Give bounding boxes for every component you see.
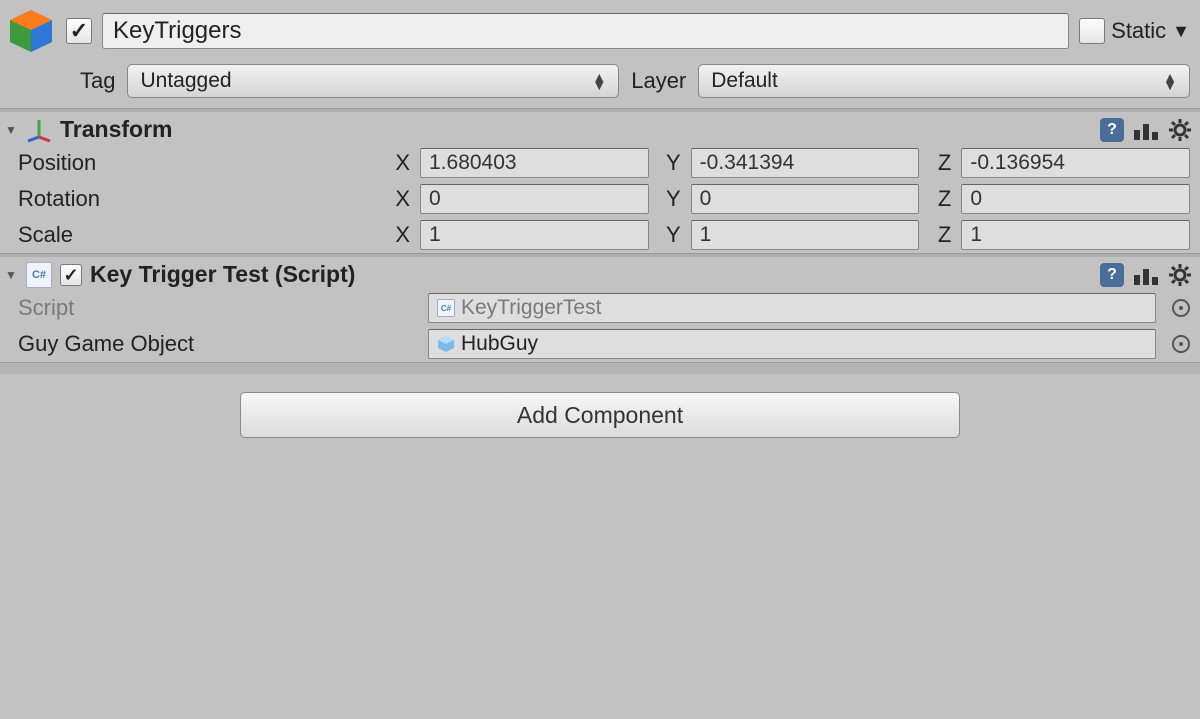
active-checkbox[interactable]: ✓ (66, 18, 92, 44)
script-mini-icon: C# (437, 299, 455, 317)
transform-title: Transform (60, 116, 1092, 143)
script-field-label: Script (18, 295, 418, 321)
transform-foldout[interactable] (4, 123, 18, 137)
script-foldout[interactable] (4, 268, 18, 282)
rotation-y-input[interactable] (691, 184, 920, 214)
script-object-field: C# KeyTriggerTest (428, 293, 1156, 323)
position-label: Position (18, 150, 378, 176)
preset-icon[interactable] (1134, 265, 1158, 285)
gameobject-name-input[interactable] (102, 13, 1069, 49)
static-dropdown-arrow[interactable]: ▼ (1172, 21, 1190, 42)
scale-z-input[interactable] (961, 220, 1190, 250)
guy-gameobject-field[interactable]: HubGuy (428, 329, 1156, 359)
rotation-z-input[interactable] (961, 184, 1190, 214)
axis-x-label[interactable]: X (388, 150, 410, 176)
static-label: Static (1111, 18, 1166, 44)
scale-x-input[interactable] (420, 220, 649, 250)
scale-y-input[interactable] (691, 220, 920, 250)
gear-icon[interactable] (1168, 118, 1192, 142)
tag-dropdown[interactable]: Untagged ▲▼ (127, 64, 619, 98)
rotation-x-input[interactable] (420, 184, 649, 214)
add-component-button[interactable]: Add Component (240, 392, 960, 438)
guy-gameobject-picker[interactable] (1172, 335, 1190, 353)
rotation-label: Rotation (18, 186, 378, 212)
gameobject-mini-icon (437, 335, 455, 353)
help-icon[interactable]: ? (1100, 118, 1124, 142)
position-x-input[interactable] (420, 148, 649, 178)
help-icon[interactable]: ? (1100, 263, 1124, 287)
axis-z-label[interactable]: Z (929, 150, 951, 176)
layer-label: Layer (631, 68, 686, 94)
static-checkbox[interactable] (1079, 18, 1105, 44)
tag-label: Tag (80, 68, 115, 94)
transform-icon (26, 117, 52, 143)
preset-icon[interactable] (1134, 120, 1158, 140)
script-enabled-checkbox[interactable]: ✓ (60, 264, 82, 286)
script-icon: C# (26, 262, 52, 288)
layer-dropdown[interactable]: Default ▲▼ (698, 64, 1190, 98)
axis-y-label[interactable]: Y (659, 150, 681, 176)
script-picker[interactable] (1172, 299, 1190, 317)
position-y-input[interactable] (691, 148, 920, 178)
guy-gameobject-label: Guy Game Object (18, 331, 418, 357)
scale-label: Scale (18, 222, 378, 248)
gameobject-icon (6, 6, 56, 56)
script-component-title: Key Trigger Test (Script) (90, 261, 1092, 288)
position-z-input[interactable] (961, 148, 1190, 178)
gear-icon[interactable] (1168, 263, 1192, 287)
